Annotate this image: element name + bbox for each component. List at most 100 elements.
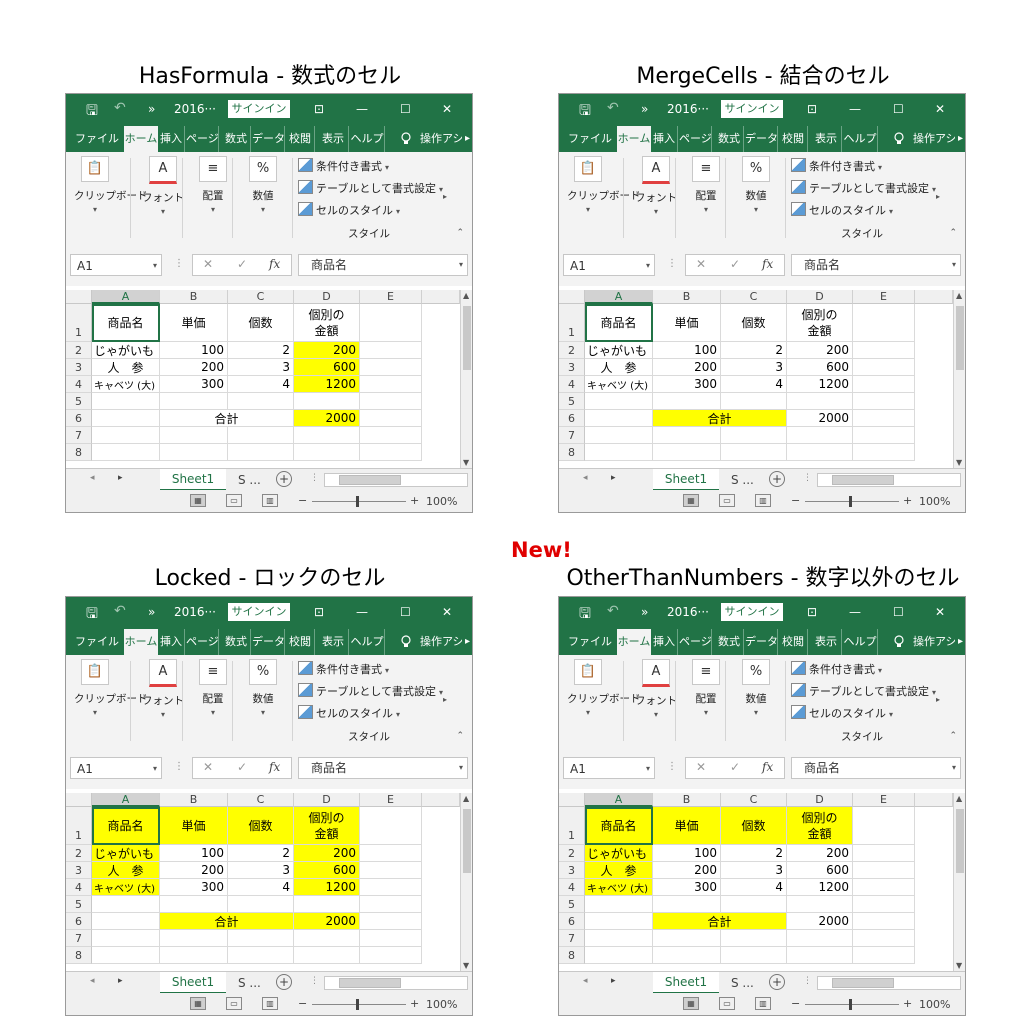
cell-A7[interactable] xyxy=(92,930,160,947)
cell-A1[interactable]: 商品名 xyxy=(92,304,160,342)
scroll-up-icon[interactable]: ▲ xyxy=(956,794,962,803)
cell-E7[interactable] xyxy=(853,930,915,947)
zoom-slider[interactable] xyxy=(312,1004,406,1005)
cell-E2[interactable] xyxy=(360,845,422,862)
column-header[interactable]: A xyxy=(92,793,160,807)
scroll-down-icon[interactable]: ▼ xyxy=(956,961,962,970)
row-header[interactable]: 7 xyxy=(559,930,585,947)
ribbon-more-icon[interactable]: ▸ xyxy=(936,695,940,704)
cell-E6[interactable] xyxy=(360,913,422,930)
cond-format-button[interactable]: 条件付き書式 ▾ xyxy=(298,661,389,677)
scroll-down-icon[interactable]: ▼ xyxy=(463,961,469,970)
row-header[interactable]: 2 xyxy=(559,845,585,862)
alignment-button[interactable]: ≡ 配置 ▾ xyxy=(685,659,727,717)
zoom-slider-knob[interactable] xyxy=(849,999,852,1010)
cell-D5[interactable] xyxy=(294,896,360,913)
ribbon-tab[interactable]: データ xyxy=(252,629,285,655)
cancel-icon[interactable]: ✕ xyxy=(696,760,706,774)
quick-access-more[interactable]: » xyxy=(148,605,155,619)
ribbon-tab[interactable]: 操作アシ xyxy=(420,629,462,655)
cell-B8[interactable] xyxy=(653,947,721,964)
row-header[interactable]: 3 xyxy=(559,862,585,879)
cell-D8[interactable] xyxy=(787,947,853,964)
zoom-level[interactable]: 100% xyxy=(426,998,457,1011)
clipboard-button[interactable]: 📋 クリップボード ▾ xyxy=(74,659,148,717)
cell-E5[interactable] xyxy=(853,896,915,913)
alignment-button[interactable]: ≡ 配置 ▾ xyxy=(192,659,234,717)
insert-function-icon[interactable]: fx xyxy=(269,760,280,774)
name-box[interactable]: A1 ▾ xyxy=(563,757,655,779)
signin-button[interactable]: サインイン xyxy=(228,603,290,621)
cell-A8[interactable] xyxy=(585,947,653,964)
row-header[interactable]: 1 xyxy=(66,807,92,845)
cond-format-button[interactable]: 条件付き書式 ▾ xyxy=(791,661,882,677)
page-layout-icon[interactable]: ▭ xyxy=(226,997,242,1010)
ribbon-tab[interactable]: ページ xyxy=(186,629,219,655)
cell-C5[interactable] xyxy=(228,896,294,913)
cell-B6[interactable]: 合計 xyxy=(653,913,787,930)
expand-formula-icon[interactable]: ▾ xyxy=(459,758,463,778)
cell-D2[interactable]: 200 xyxy=(294,845,360,862)
cell-D4[interactable]: 1200 xyxy=(294,879,360,896)
scroll-thumb[interactable] xyxy=(463,809,471,873)
formula-input[interactable]: 商品名 ▾ xyxy=(298,757,468,779)
select-all-corner[interactable] xyxy=(559,793,585,807)
ribbon-display-icon[interactable]: ⊡ xyxy=(807,605,817,619)
cell-B8[interactable] xyxy=(160,947,228,964)
cell-B5[interactable] xyxy=(653,896,721,913)
page-break-icon[interactable]: ▥ xyxy=(262,997,278,1010)
lightbulb-icon[interactable] xyxy=(893,634,905,647)
zoom-out-button[interactable]: − xyxy=(791,997,800,1010)
ribbon-tab[interactable]: 表示 xyxy=(318,629,349,655)
row-header[interactable]: 2 xyxy=(66,845,92,862)
cell-A2[interactable]: じゃがいも xyxy=(92,845,160,862)
cell-C2[interactable]: 2 xyxy=(721,845,787,862)
quick-access-more[interactable]: » xyxy=(641,605,648,619)
cell-B6[interactable]: 合計 xyxy=(160,913,294,930)
ribbon-tab[interactable]: 表示 xyxy=(811,629,842,655)
number-button[interactable]: % 数値 ▾ xyxy=(242,659,284,717)
horizontal-scrollbar[interactable] xyxy=(324,976,468,990)
cell-C1[interactable]: 個数 xyxy=(228,807,294,845)
vertical-scrollbar[interactable]: ▲ ▼ xyxy=(460,793,472,971)
cell-C7[interactable] xyxy=(228,930,294,947)
ribbon-more-icon[interactable]: ▸ xyxy=(443,695,447,704)
scroll-thumb[interactable] xyxy=(956,809,964,873)
cell-A7[interactable] xyxy=(585,930,653,947)
cell-A8[interactable] xyxy=(92,947,160,964)
cell-D4[interactable]: 1200 xyxy=(787,879,853,896)
cell-E1[interactable] xyxy=(853,807,915,845)
enter-icon[interactable]: ✓ xyxy=(730,760,740,774)
ribbon-tab[interactable]: ページ xyxy=(679,629,712,655)
sheet-prev-icon[interactable]: ◂ xyxy=(583,976,588,986)
cell-A1[interactable]: 商品名 xyxy=(585,807,653,845)
column-header[interactable]: E xyxy=(853,793,915,807)
zoom-slider[interactable] xyxy=(805,1004,899,1005)
vertical-scrollbar[interactable]: ▲ ▼ xyxy=(953,793,965,971)
column-header[interactable]: C xyxy=(721,793,787,807)
cell-C5[interactable] xyxy=(721,896,787,913)
scroll-thumb[interactable] xyxy=(832,978,894,988)
cell-E3[interactable] xyxy=(853,862,915,879)
cell-A3[interactable]: 人 参 xyxy=(92,862,160,879)
cell-D7[interactable] xyxy=(294,930,360,947)
ribbon-tab[interactable]: 挿入 xyxy=(158,629,185,655)
insert-function-icon[interactable]: fx xyxy=(762,760,773,774)
enter-icon[interactable]: ✓ xyxy=(237,760,247,774)
expand-formula-icon[interactable]: ▾ xyxy=(952,758,956,778)
sheet-tab-sheet1[interactable]: Sheet1 xyxy=(653,972,719,994)
row-header[interactable]: 6 xyxy=(66,913,92,930)
lightbulb-icon[interactable] xyxy=(400,634,412,647)
cell-D8[interactable] xyxy=(294,947,360,964)
ribbon-display-icon[interactable]: ⊡ xyxy=(314,605,324,619)
ribbon-tab[interactable]: ファイル xyxy=(72,629,122,655)
collapse-ribbon-icon[interactable]: ⌃ xyxy=(456,731,464,741)
ribbon-tab[interactable]: データ xyxy=(745,629,778,655)
cell-A1[interactable]: 商品名 xyxy=(585,304,653,342)
font-button[interactable]: A フォント ▾ xyxy=(635,659,677,719)
cell-A5[interactable] xyxy=(92,896,160,913)
cell-B4[interactable]: 300 xyxy=(160,879,228,896)
table-format-button[interactable]: テーブルとして書式設定 ▾ xyxy=(791,683,936,699)
cell-C4[interactable]: 4 xyxy=(228,879,294,896)
ribbon-tab[interactable]: ヘルプ xyxy=(350,629,385,655)
